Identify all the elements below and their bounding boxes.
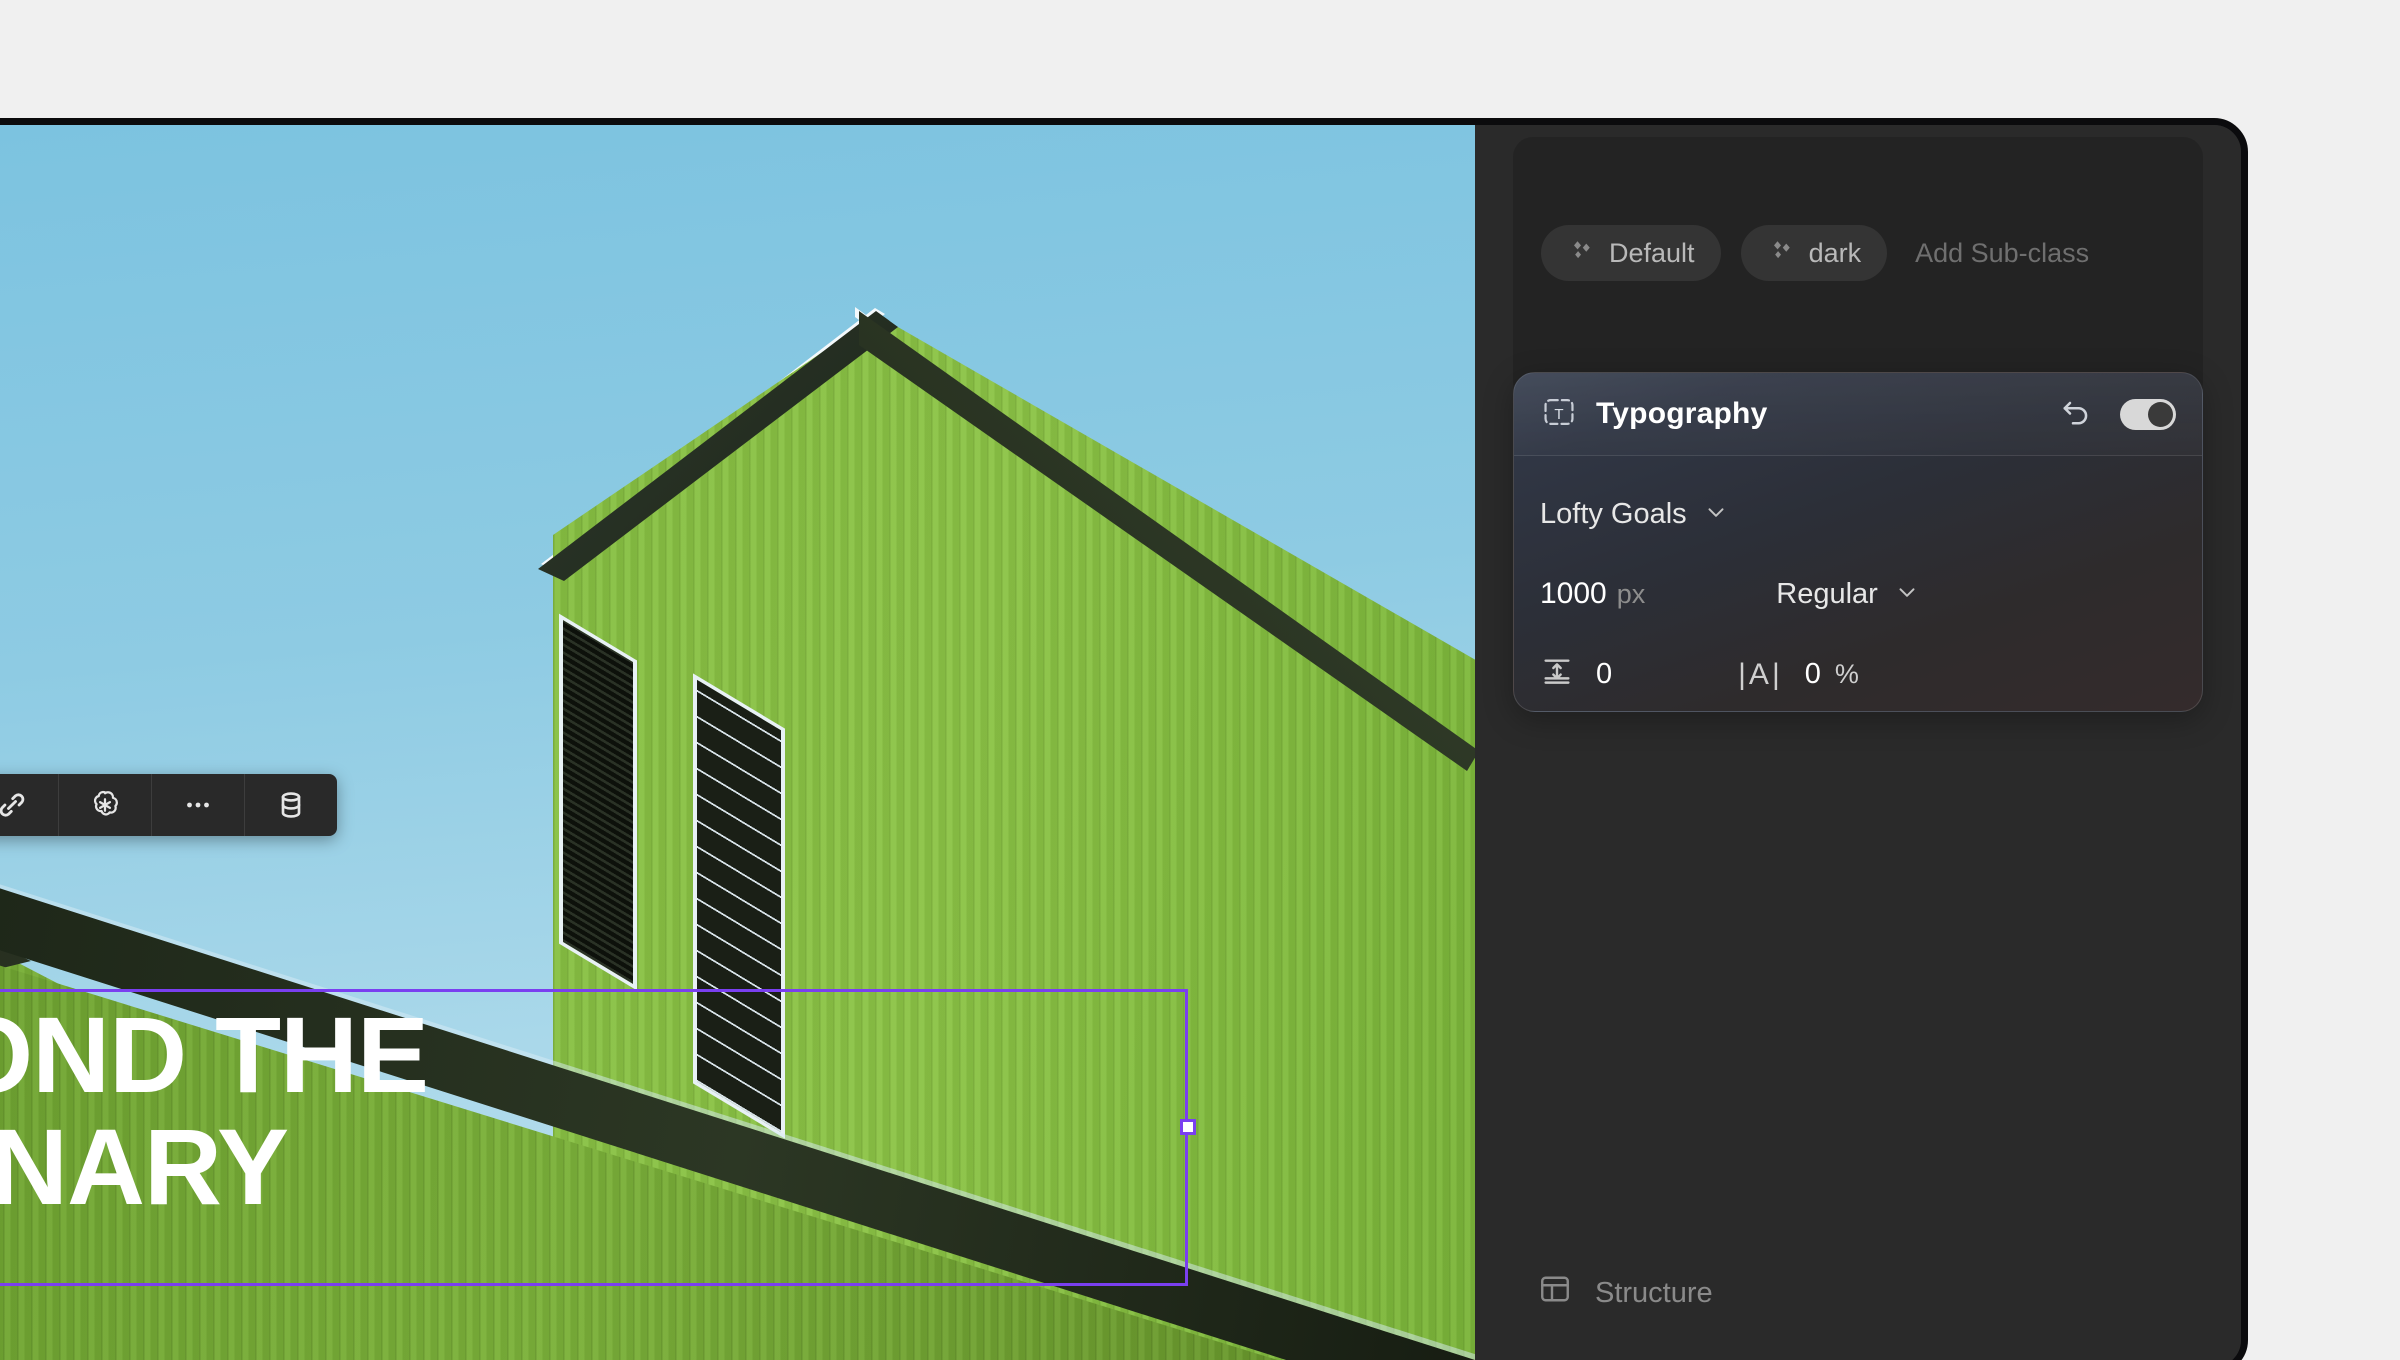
letter-spacing-unit: %	[1834, 659, 1859, 689]
line-height-value: 0	[1596, 658, 1613, 690]
line-height-icon	[1540, 655, 1574, 694]
openai-icon[interactable]	[59, 774, 152, 836]
add-subclass-button[interactable]: Add Sub-class	[1907, 238, 2089, 269]
line-height-control[interactable]: 0	[1540, 655, 1612, 694]
font-weight-selector[interactable]: Regular	[1776, 578, 1920, 611]
right-sidebar: Default dark Add Sub-class T Typography …	[1475, 125, 2241, 1360]
selection-resize-handle[interactable]	[1180, 1119, 1196, 1135]
letter-spacing-value: 0	[1804, 658, 1821, 690]
hero-heading-text[interactable]: EYOND THE RDINARY	[0, 998, 1177, 1224]
diamond-cluster-icon	[1767, 236, 1795, 271]
letter-spacing-control[interactable]: |A| 0 %	[1738, 658, 1859, 692]
line-height-letter-spacing-row: 0 |A| 0 %	[1540, 655, 2176, 694]
sidebar-section-structure[interactable]: Structure	[1537, 1271, 1713, 1315]
font-weight-value: Regular	[1776, 577, 1878, 610]
undo-icon[interactable]	[2058, 394, 2094, 435]
subclass-chip-default[interactable]: Default	[1541, 225, 1721, 281]
element-toolbar[interactable]: H2	[0, 774, 337, 836]
font-size-input[interactable]: 1000	[1540, 577, 1607, 611]
subclass-chip-row: Default dark Add Sub-class	[1541, 225, 2089, 281]
database-icon[interactable]	[245, 774, 337, 836]
app-window: EYOND THE RDINARY H2	[0, 118, 2248, 1360]
layout-icon	[1537, 1271, 1573, 1315]
letter-spacing-icon: |A|	[1738, 657, 1783, 691]
typography-panel-header: T Typography	[1514, 373, 2202, 456]
font-family-value: Lofty Goals	[1540, 498, 1687, 530]
svg-text:T: T	[1554, 405, 1563, 422]
typography-enable-toggle[interactable]	[2120, 398, 2176, 430]
typography-panel-body: Lofty Goals 1000 px Regular 0 |A| 0 %	[1514, 498, 2202, 711]
text-box-icon: T	[1540, 393, 1578, 436]
screen-root: EYOND THE RDINARY H2	[0, 0, 2400, 1360]
subclass-card: Default dark Add Sub-class	[1513, 137, 2203, 402]
typography-panel: T Typography Lofty Goals 1000 px Regular…	[1513, 372, 2203, 712]
font-family-selector[interactable]: Lofty Goals	[1540, 498, 2176, 531]
chevron-down-icon	[1894, 579, 1920, 610]
subclass-chip-dark[interactable]: dark	[1740, 225, 1888, 281]
photo-louvered-window	[559, 613, 637, 991]
chevron-down-icon	[1703, 499, 1729, 530]
sidebar-section-label: Structure	[1595, 1276, 1713, 1309]
font-size-weight-row: 1000 px Regular	[1540, 577, 2176, 611]
subclass-chip-label: dark	[1808, 237, 1862, 268]
link-icon[interactable]	[0, 774, 59, 836]
font-size-unit: px	[1616, 578, 1646, 609]
toggle-knob	[2148, 401, 2173, 427]
design-canvas[interactable]: EYOND THE RDINARY H2	[0, 125, 1475, 1360]
diamond-cluster-icon	[1567, 236, 1595, 271]
typography-panel-title: Typography	[1596, 397, 1768, 430]
more-options-icon[interactable]	[152, 774, 245, 836]
subclass-chip-label: Default	[1609, 237, 1695, 268]
